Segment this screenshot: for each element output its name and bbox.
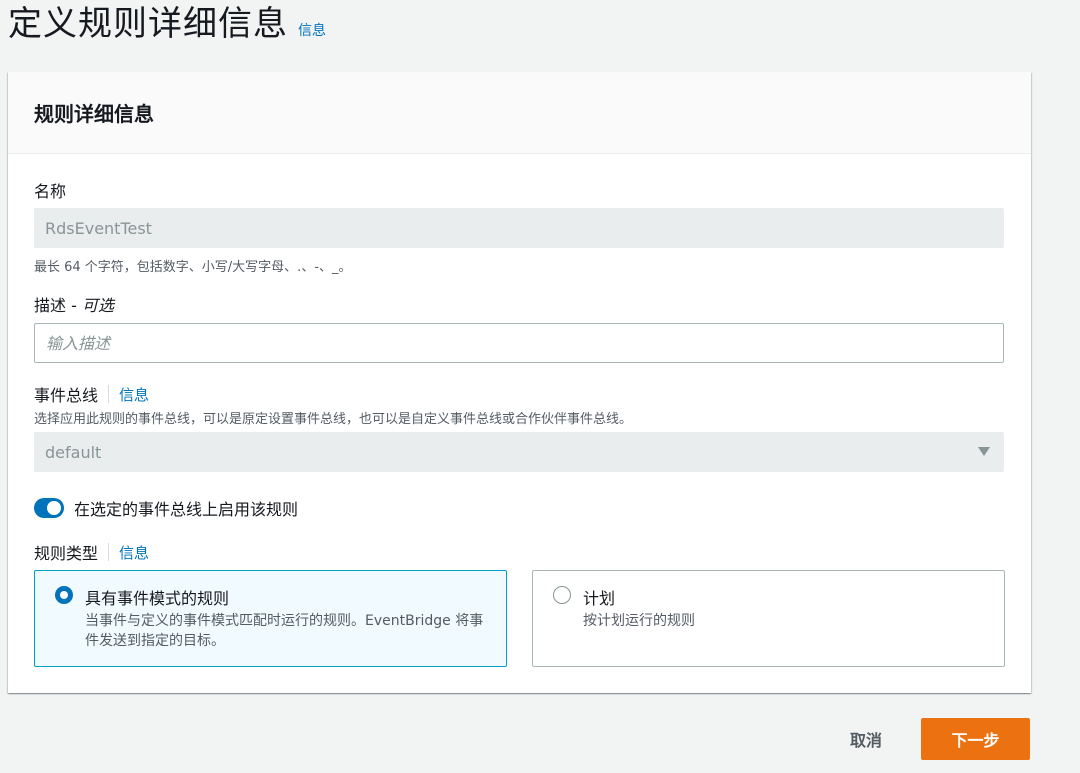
rule-type-label: 规则类型 — [34, 544, 99, 563]
label-divider — [108, 385, 110, 403]
name-help-text: 最长 64 个字符，包括数字、小写/大写字母、.、-、_。 — [34, 260, 352, 275]
event-bus-label-row: 事件总线 信息 — [34, 382, 149, 406]
enable-rule-toggle-row: 在选定的事件总线上启用该规则 — [34, 496, 298, 520]
rule-type-option-description: 按计划运行的规则 — [583, 613, 695, 629]
event-bus-label: 事件总线 — [34, 386, 99, 405]
radio-unselected-icon[interactable] — [553, 586, 571, 604]
rule-details-panel: 规则详细信息 名称 RdsEventTest 最长 64 个字符，包括数字、小写… — [8, 72, 1031, 693]
caret-down-icon — [978, 447, 990, 456]
page-info-link[interactable]: 信息 — [298, 20, 326, 40]
description-optional-text: 可选 — [81, 296, 114, 315]
rule-type-option-event-pattern[interactable]: 具有事件模式的规则 当事件与定义的事件模式匹配时运行的规则。EventBridg… — [34, 570, 507, 667]
event-bus-info-link[interactable]: 信息 — [119, 384, 149, 405]
rule-type-option-description: 当事件与定义的事件模式匹配时运行的规则。EventBridge 将事件发送到指定… — [85, 613, 484, 649]
enable-rule-toggle-label: 在选定的事件总线上启用该规则 — [74, 500, 299, 519]
event-bus-selected-value: default — [45, 442, 102, 462]
name-input[interactable]: RdsEventTest — [34, 208, 1004, 248]
description-label-text: 描述 - — [34, 296, 82, 315]
panel-title: 规则详细信息 — [34, 102, 154, 126]
radio-selected-icon[interactable] — [55, 586, 73, 604]
event-bus-help-text: 选择应用此规则的事件总线，可以是原定设置事件总线，也可以是自定义事件总线或合作伙… — [34, 412, 633, 427]
name-label: 名称 — [34, 182, 67, 201]
toggle-knob — [47, 501, 61, 515]
rule-type-label-row: 规则类型 信息 — [34, 540, 149, 564]
rule-type-option-title: 计划 — [583, 589, 616, 608]
panel-header: 规则详细信息 — [8, 72, 1031, 154]
rule-type-info-link[interactable]: 信息 — [119, 542, 149, 563]
cancel-button[interactable]: 取消 — [836, 720, 896, 758]
description-input[interactable] — [34, 323, 1004, 363]
label-divider — [108, 543, 110, 561]
rule-type-option-title: 具有事件模式的规则 — [85, 589, 230, 608]
page-header: 定义规则详细信息 信息 — [8, 0, 326, 46]
rule-type-option-schedule[interactable]: 计划 按计划运行的规则 — [532, 570, 1005, 667]
event-bus-select[interactable]: default — [34, 432, 1004, 472]
next-button[interactable]: 下一步 — [921, 718, 1030, 760]
description-label: 描述 - 可选 — [34, 292, 114, 316]
page-title: 定义规则详细信息 — [8, 4, 288, 44]
enable-rule-toggle[interactable] — [34, 498, 64, 518]
